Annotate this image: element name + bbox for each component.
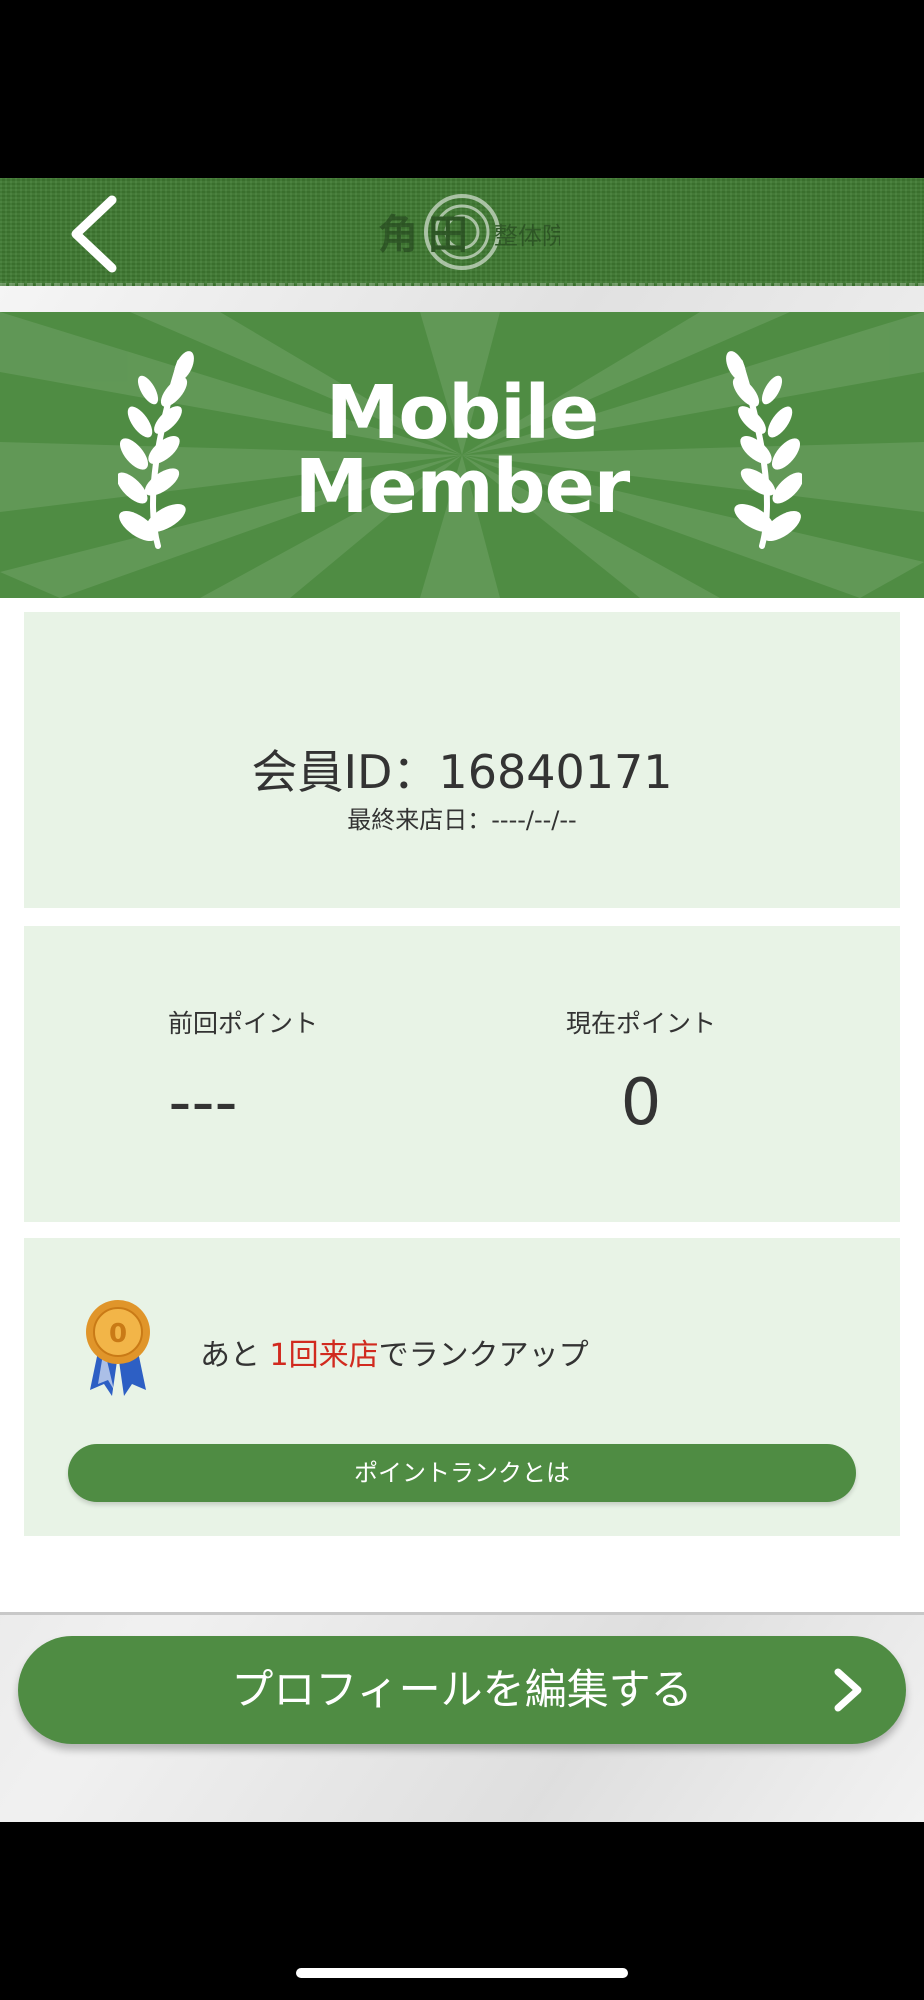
svg-text:整体院: 整体院	[494, 222, 560, 250]
rank-up-count: 1回来店	[269, 1338, 379, 1373]
previous-points: 前回ポイント ---	[24, 926, 462, 1222]
divider	[0, 1612, 924, 1615]
member-id: 会員ID：16840171	[251, 745, 673, 799]
member-id-card: 会員ID：16840171 最終来店日：----/--/--	[24, 612, 900, 908]
laurel-right-icon	[726, 351, 802, 549]
app-screen: 角 田 整体院 Mobile Member 会員ID：16840171 最終来店…	[0, 0, 924, 2000]
chevron-right-icon	[834, 1668, 862, 1712]
current-points-label: 現在ポイント	[565, 1009, 716, 1038]
last-visit-date: 最終来店日：----/--/--	[347, 806, 577, 834]
svg-text:0: 0	[109, 1319, 127, 1349]
back-button[interactable]	[60, 188, 130, 278]
rank-up-prefix: あと	[200, 1338, 270, 1373]
member-content-panel: 会員ID：16840171 最終来店日：----/--/-- 前回ポイント --…	[0, 598, 924, 1612]
point-rank-info-button[interactable]: ポイントランクとは	[68, 1444, 856, 1502]
rank-up-message: あと 1回来店でランクアップ	[200, 1330, 589, 1374]
edit-profile-label: プロフィールを編集する	[231, 1665, 693, 1714]
home-indicator[interactable]	[296, 1968, 628, 1978]
medal-icon: 0	[86, 1300, 150, 1396]
rank-card: 0 あと 1回来店でランクアップ ポイントランクとは	[24, 1238, 900, 1536]
svg-text:田: 田	[428, 211, 468, 258]
svg-text:角: 角	[378, 211, 418, 258]
current-points-value: 0	[620, 1066, 662, 1140]
edit-profile-button[interactable]: プロフィールを編集する	[18, 1636, 906, 1744]
app-header: 角 田 整体院	[0, 178, 924, 286]
laurel-left-icon	[118, 351, 194, 549]
rank-up-suffix: でランクアップ	[378, 1338, 589, 1373]
current-points: 現在ポイント 0	[462, 926, 900, 1222]
previous-points-label: 前回ポイント	[167, 1009, 318, 1038]
brand-logo: 角 田 整体院	[370, 190, 566, 274]
previous-points-value: ---	[168, 1066, 238, 1140]
points-card: 前回ポイント --- 現在ポイント 0	[24, 926, 900, 1222]
chevron-left-icon	[71, 195, 117, 273]
